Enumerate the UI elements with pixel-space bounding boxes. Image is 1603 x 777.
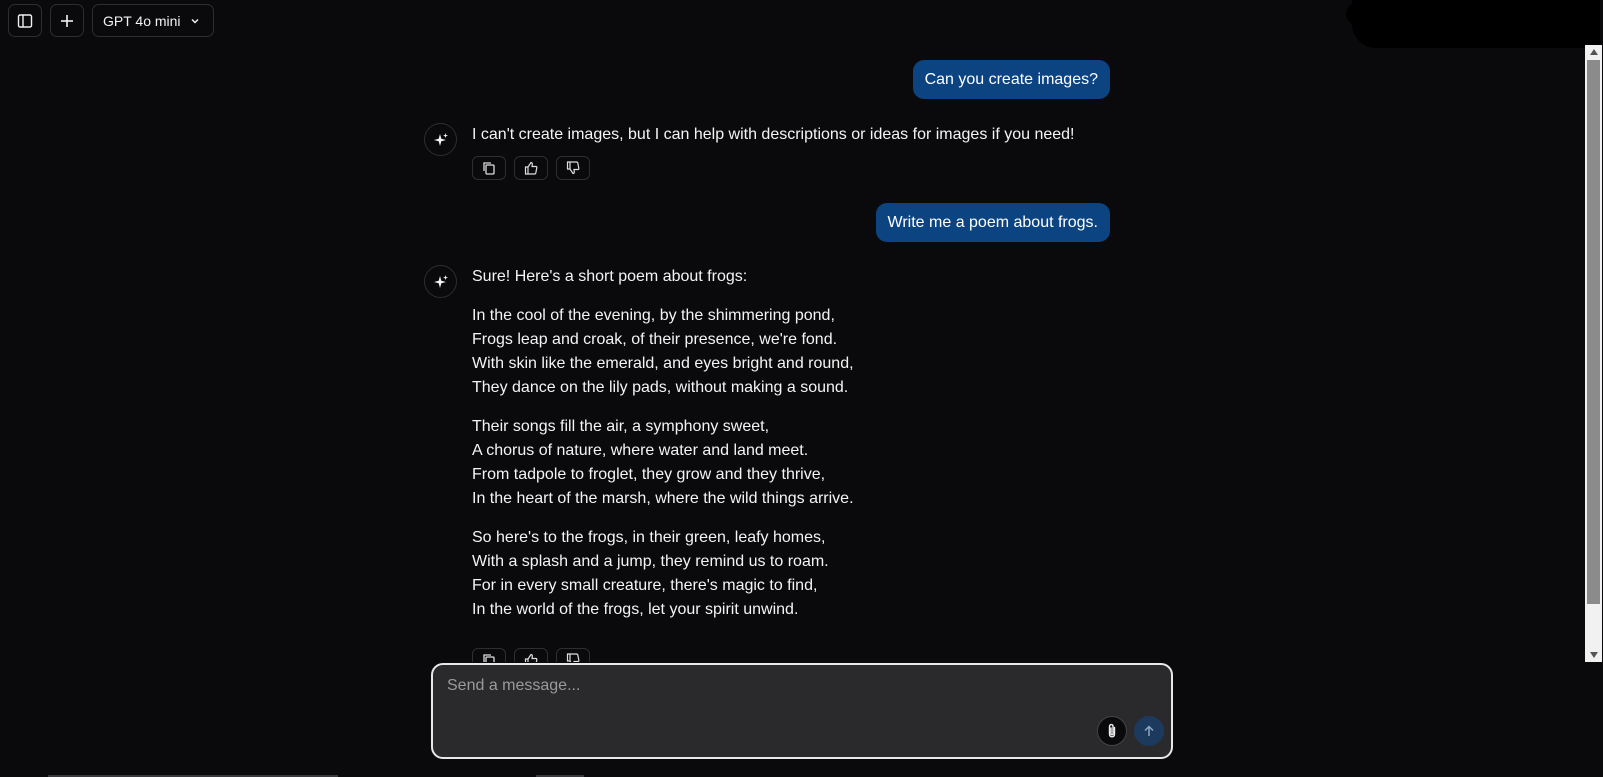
scroll-up-arrow[interactable]: [1585, 45, 1602, 59]
poem-line: A chorus of nature, where water and land…: [472, 442, 809, 459]
thumbs-up-icon: [524, 653, 538, 662]
thumbs-up-icon: [524, 161, 538, 175]
thumbs-down-icon: [566, 161, 580, 175]
thumbs-down-icon: [566, 653, 580, 662]
poem-stanza: In the cool of the evening, by the shimm…: [472, 304, 854, 400]
sparkles-icon: [433, 274, 448, 288]
scroll-down-arrow[interactable]: [1585, 648, 1602, 662]
poem-line: In the heart of the marsh, where the wil…: [472, 490, 854, 507]
triangle-up-icon: [1589, 49, 1598, 55]
copy-button[interactable]: [472, 156, 506, 180]
thumbs-down-button[interactable]: [556, 156, 590, 180]
copy-icon: [483, 162, 495, 175]
chat-app: GPT 4o mini Can you create images? I can…: [0, 0, 1603, 777]
assistant-avatar: [424, 265, 457, 298]
arrow-up-icon: [1144, 725, 1154, 736]
poem-line: In the world of the frogs, let your spir…: [472, 601, 799, 618]
poem-line: From tadpole to froglet, they grow and t…: [472, 466, 826, 483]
message-paragraph: I can't create images, but I can help wi…: [472, 126, 1075, 143]
paperclip-icon: [1108, 723, 1116, 738]
poem-line: In the cool of the evening, by the shimm…: [472, 307, 835, 324]
poem-line: With a splash and a jump, they remind us…: [472, 553, 829, 570]
assistant-avatar: [424, 123, 457, 156]
send-button[interactable]: [1134, 716, 1164, 746]
user-message: Can you create images?: [912, 60, 1110, 99]
copy-button[interactable]: [472, 648, 506, 662]
poem-line: So here's to the frogs, in their green, …: [472, 529, 826, 546]
sparkles-icon: [433, 132, 448, 146]
poem-line: Frogs leap and croak, of their presence,…: [472, 331, 838, 348]
thumbs-up-button[interactable]: [514, 648, 548, 662]
assistant-message: Sure! Here's a short poem about frogs: I…: [472, 265, 854, 637]
message-input[interactable]: [447, 677, 1097, 717]
attach-button[interactable]: [1097, 716, 1127, 746]
thumbs-up-button[interactable]: [514, 156, 548, 180]
copy-icon: [483, 654, 495, 662]
message-composer: [431, 663, 1173, 759]
poem-line: With skin like the emerald, and eyes bri…: [472, 355, 854, 372]
message-list: Can you create images? I can't create im…: [0, 0, 1585, 662]
poem-stanza: So here's to the frogs, in their green, …: [472, 526, 854, 622]
scrollbar[interactable]: [1585, 45, 1602, 662]
user-message: Write me a poem about frogs.: [875, 203, 1110, 242]
poem-line: They dance on the lily pads, without mak…: [472, 379, 849, 396]
triangle-down-icon: [1589, 652, 1598, 658]
thumbs-down-button[interactable]: [556, 648, 590, 662]
scroll-thumb[interactable]: [1587, 60, 1600, 604]
message-actions: [472, 156, 590, 180]
poem-stanza: Their songs fill the air, a symphony swe…: [472, 415, 854, 511]
message-paragraph: Sure! Here's a short poem about frogs:: [472, 268, 748, 285]
poem-line: Their songs fill the air, a symphony swe…: [472, 418, 770, 435]
message-actions: [472, 648, 590, 662]
poem-line: For in every small creature, there's mag…: [472, 577, 818, 594]
